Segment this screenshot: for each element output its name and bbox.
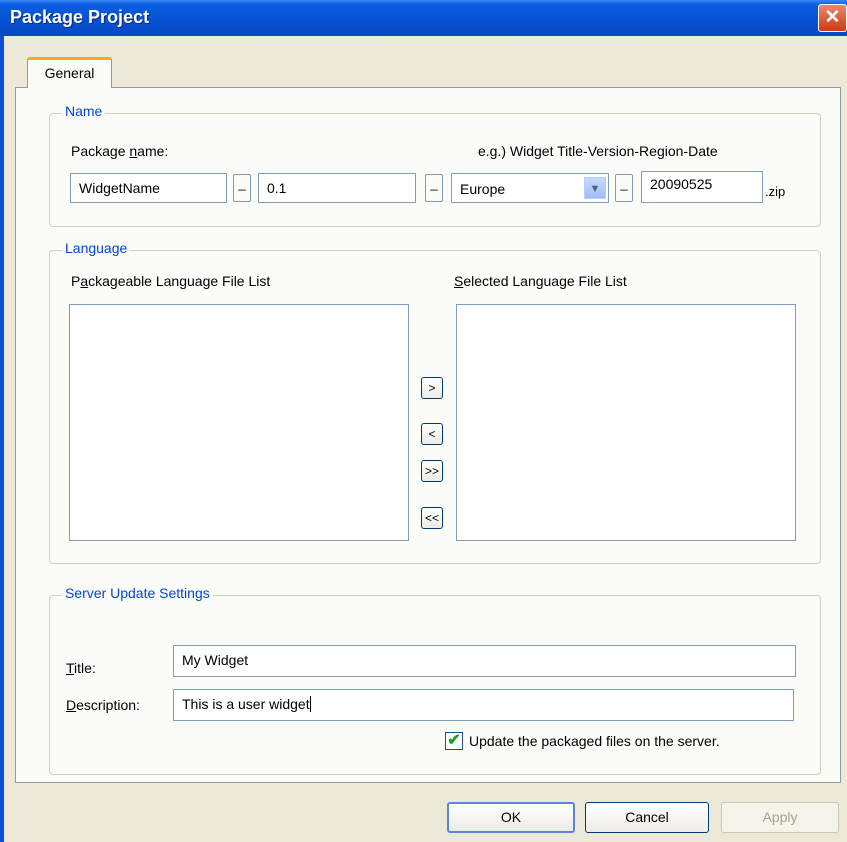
window-title: Package Project [10,7,150,27]
window-border [0,36,4,842]
check-icon: ✔ [447,732,461,749]
package-name-label: Package name: [71,143,169,159]
update-server-checkbox[interactable]: ✔ [445,732,463,750]
selected-language-list[interactable] [456,304,796,541]
description-value: This is a user widget [182,696,310,712]
title-input[interactable]: My Widget [173,645,796,677]
tab-general-label: General [44,65,95,81]
title-label: Title: [66,660,96,676]
name-group [49,113,821,227]
remove-language-button[interactable]: < [421,423,443,445]
remove-all-languages-button[interactable]: << [421,507,443,529]
tab-general[interactable]: General [27,57,112,88]
text-caret [309,696,311,712]
chevron-down-icon: ▼ [589,183,601,195]
region-dropdown-button[interactable]: ▼ [584,177,606,199]
selected-list-label: Selected Language File List [454,273,627,289]
close-icon: ✕ [824,7,841,28]
packageable-list-label: Packageable Language File List [71,273,271,289]
separator-3: _ [615,174,633,202]
server-update-group-title: Server Update Settings [62,585,213,601]
date-input[interactable]: 20090525 [641,171,763,203]
package-name-example: e.g.) Widget Title-Version-Region-Date [478,143,718,159]
version-input[interactable]: 0.1 [258,173,416,203]
apply-button-label: Apply [762,809,798,825]
name-group-title: Name [62,103,106,119]
add-all-languages-button[interactable]: >> [421,460,443,482]
apply-button[interactable]: Apply [721,802,839,833]
widget-name-input[interactable]: WidgetName [70,173,227,203]
separator-1: _ [233,174,251,202]
description-label: Description: [66,697,140,713]
region-select-value: Europe [460,181,506,197]
close-button[interactable]: ✕ [818,4,847,32]
description-input[interactable]: This is a user widget [173,689,794,721]
separator-2: _ [425,174,443,202]
language-group-title: Language [62,240,131,256]
cancel-button[interactable]: Cancel [585,802,709,833]
update-server-checkbox-label[interactable]: Update the packaged files on the server. [469,733,720,749]
add-language-button[interactable]: > [421,377,443,399]
ok-button[interactable]: OK [447,802,575,833]
zip-extension-label: .zip [765,184,786,199]
packageable-language-list[interactable] [69,304,409,541]
